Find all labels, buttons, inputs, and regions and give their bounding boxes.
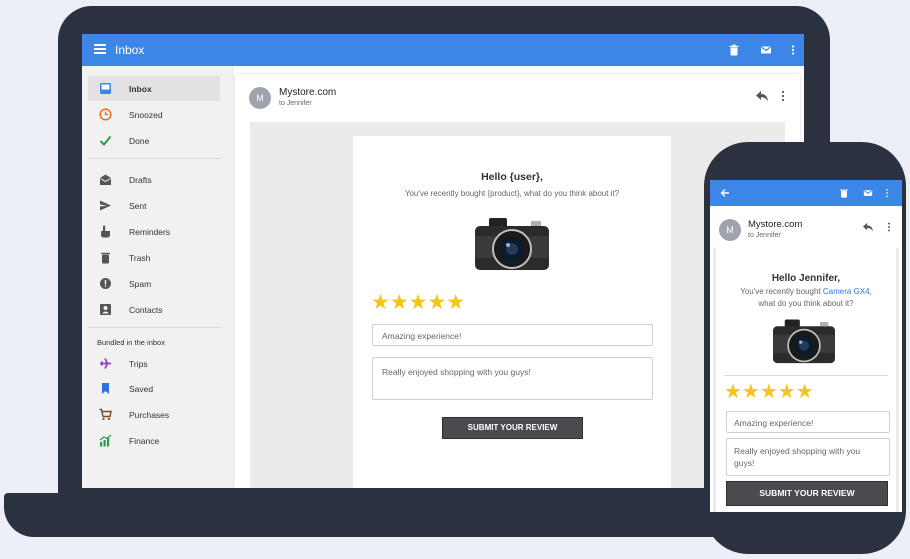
trash-icon[interactable]: [728, 44, 740, 56]
phone-screen: M Mystore.com to Jennifer Hello Jennifer…: [710, 180, 902, 512]
star-rating[interactable]: ★★★★★: [371, 290, 465, 315]
avatar: M: [719, 219, 741, 241]
drafts-icon: [100, 174, 111, 185]
sidebar: Inbox Snoozed Done Drafts Sent Reminders…: [82, 66, 234, 488]
sidebar-item-trips[interactable]: Trips: [88, 351, 220, 376]
mail-icon[interactable]: [760, 44, 772, 56]
review-text-field[interactable]: Really enjoyed shopping with you guys!: [372, 357, 653, 400]
review-title-field[interactable]: Amazing experience!: [372, 324, 653, 346]
chart-icon: [99, 434, 112, 447]
sidebar-divider: [88, 158, 222, 159]
sender-name: Mystore.com: [279, 87, 337, 98]
review-text-field[interactable]: Really enjoyed shopping with you guys!: [726, 438, 890, 476]
phone-topbar: [710, 180, 902, 206]
email-body-background: Hello Jennifer, You've recently bought C…: [713, 248, 899, 512]
sidebar-item-sent[interactable]: Sent: [88, 193, 220, 218]
sidebar-item-spam[interactable]: Spam: [88, 271, 220, 296]
sidebar-divider: [88, 327, 222, 328]
question-text: You've recently bought {product}, what d…: [404, 189, 620, 198]
sidebar-item-inbox[interactable]: Inbox: [88, 76, 220, 101]
trash-icon[interactable]: [839, 188, 849, 198]
plane-icon: [100, 358, 111, 369]
sidebar-item-snoozed[interactable]: Snoozed: [88, 102, 220, 127]
submit-review-button[interactable]: SUBMIT YOUR REVIEW: [726, 481, 888, 506]
check-icon: [99, 135, 112, 146]
mail-icon[interactable]: [863, 188, 873, 198]
more-vert-icon[interactable]: [787, 44, 799, 56]
sidebar-item-done[interactable]: Done: [88, 128, 220, 153]
menu-icon[interactable]: [94, 42, 106, 58]
page-title: Inbox: [115, 43, 145, 57]
sidebar-item-contacts[interactable]: Contacts: [88, 297, 220, 322]
avatar: M: [249, 87, 271, 109]
star-rating[interactable]: ★★★★★: [724, 379, 814, 404]
greeting: Hello {user},: [481, 171, 543, 183]
sidebar-item-saved[interactable]: Saved: [88, 376, 220, 401]
recipient: to Jennifer: [279, 100, 312, 107]
more-vert-icon[interactable]: [780, 89, 786, 103]
cart-icon: [99, 408, 112, 421]
sidebar-item-purchases[interactable]: Purchases: [88, 402, 220, 427]
trash-icon: [101, 252, 110, 264]
sidebar-item-drafts[interactable]: Drafts: [88, 167, 220, 192]
reply-icon[interactable]: [862, 222, 874, 232]
submit-review-button[interactable]: SUBMIT YOUR REVIEW: [442, 417, 583, 439]
camera-icon: [773, 319, 835, 364]
greeting: Hello Jennifer,: [771, 273, 841, 284]
question-line-2: what do you think about it?: [758, 299, 854, 308]
spam-icon: [100, 278, 111, 289]
bookmark-icon: [102, 383, 109, 394]
back-arrow-icon[interactable]: [720, 188, 730, 198]
more-vert-icon[interactable]: [886, 221, 892, 233]
email-card: Hello {user}, You've recently bought {pr…: [353, 136, 671, 488]
sidebar-item-finance[interactable]: Finance: [88, 428, 220, 453]
app-topbar: Inbox: [82, 34, 804, 66]
email-card: Hello Jennifer, You've recently bought C…: [716, 248, 896, 512]
more-vert-icon[interactable]: [884, 188, 890, 198]
sidebar-item-trash[interactable]: Trash: [88, 245, 220, 270]
review-title-field[interactable]: Amazing experience!: [726, 411, 890, 433]
reply-icon[interactable]: [755, 90, 769, 102]
sender-name: Mystore.com: [748, 219, 803, 230]
recipient: to Jennifer: [748, 232, 781, 239]
sidebar-item-reminders[interactable]: Reminders: [88, 219, 220, 244]
bundles-section-label: Bundled in the inbox: [97, 338, 165, 347]
laptop-screen: Inbox Inbox Snoozed Done Drafts Sent Rem: [82, 34, 804, 488]
send-icon: [100, 200, 111, 211]
question-line-1: You've recently bought Camera GX4,: [740, 287, 872, 296]
clock-icon: [99, 108, 112, 121]
contacts-icon: [100, 304, 111, 315]
inbox-icon: [100, 83, 111, 94]
hand-icon: [101, 225, 110, 238]
product-link[interactable]: Camera GX4: [823, 287, 870, 296]
camera-icon: [475, 218, 549, 270]
card-divider: [724, 375, 888, 376]
